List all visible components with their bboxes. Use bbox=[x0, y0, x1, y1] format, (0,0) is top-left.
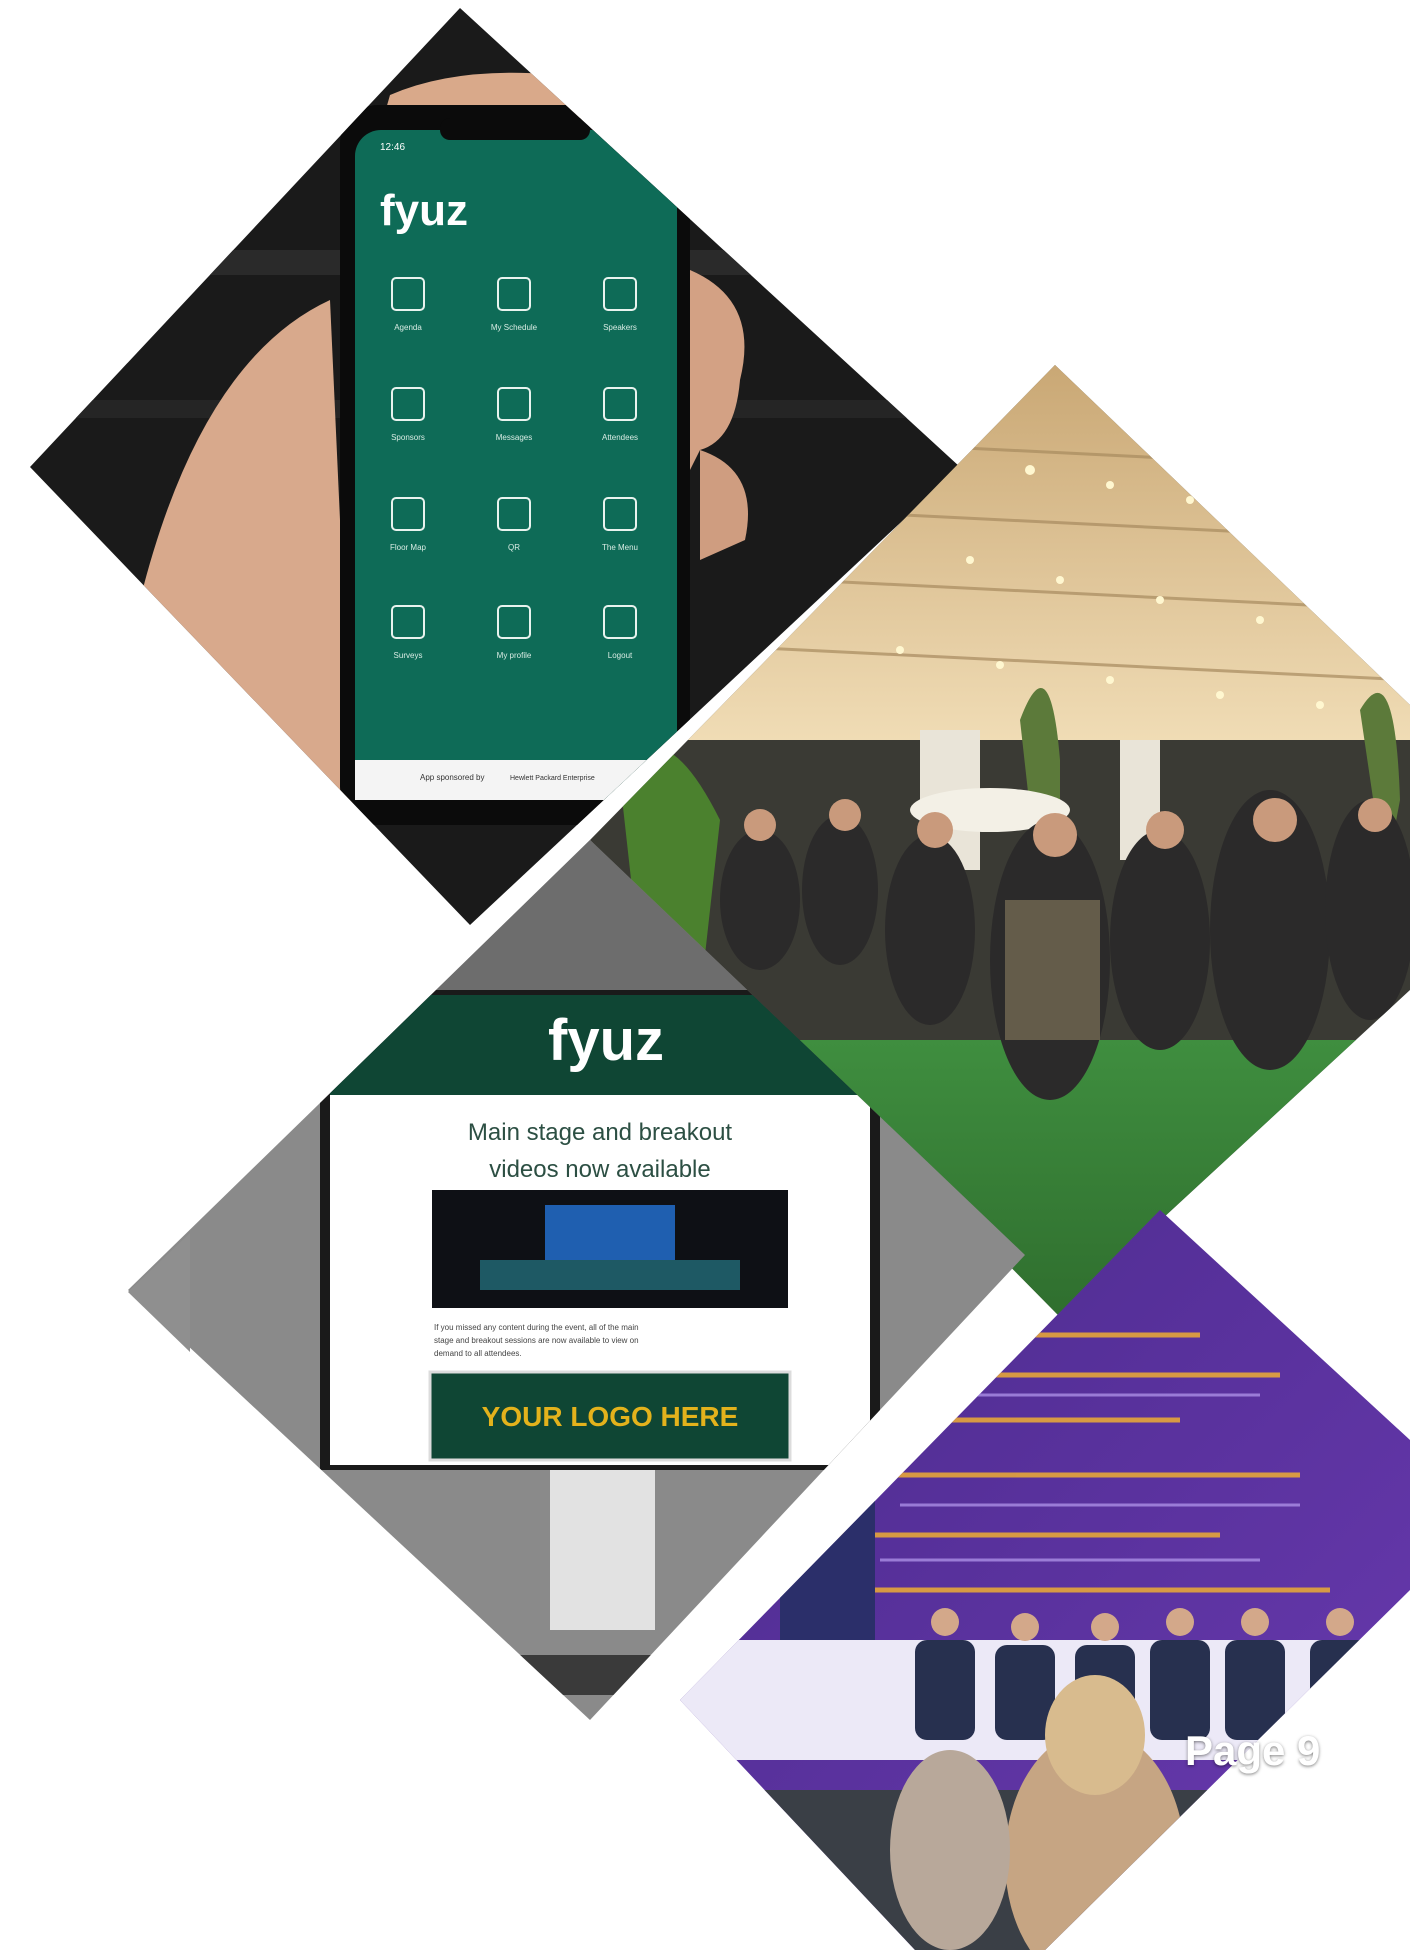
app-menu-label: Messages bbox=[496, 433, 532, 442]
email-body-1: If you missed any content during the eve… bbox=[434, 1323, 639, 1332]
status-time: 12:46 bbox=[380, 142, 405, 153]
app-menu-label: Logout bbox=[608, 651, 633, 660]
app-menu-label: My profile bbox=[497, 651, 532, 660]
app-menu-label: Speakers bbox=[603, 323, 637, 332]
stage-screen bbox=[780, 1490, 875, 1640]
app-logo: fyuz bbox=[380, 186, 468, 235]
app-menu-label: The Menu bbox=[602, 543, 638, 552]
email-headline-1: Main stage and breakout bbox=[468, 1119, 733, 1146]
sponsor-logo-text: Hewlett Packard Enterprise bbox=[510, 775, 595, 782]
app-menu-label: QR bbox=[508, 543, 520, 552]
photo-collage: 12:46 fyuz App sponsored by Hewlett Pack… bbox=[30, 8, 1410, 1950]
page-number: Page 9 bbox=[1185, 1727, 1321, 1774]
decor-triangle bbox=[128, 1233, 190, 1352]
app-menu-label: Surveys bbox=[394, 651, 423, 660]
app-menu-label: Floor Map bbox=[390, 543, 427, 552]
app-menu-label: Sponsors bbox=[391, 433, 425, 442]
app-menu-label: Attendees bbox=[602, 433, 638, 442]
email-logo: fyuz bbox=[548, 1008, 664, 1073]
email-body-3: demand to all attendees. bbox=[434, 1349, 522, 1358]
app-menu-label: My Schedule bbox=[491, 323, 538, 332]
email-headline-2: videos now available bbox=[489, 1156, 710, 1183]
email-cta-text: YOUR LOGO HERE bbox=[482, 1401, 739, 1432]
phone-notch bbox=[440, 118, 590, 140]
app-menu-label: Agenda bbox=[394, 323, 422, 332]
email-body-2: stage and breakout sessions are now avai… bbox=[434, 1336, 639, 1345]
sponsor-text: App sponsored by bbox=[420, 773, 485, 782]
